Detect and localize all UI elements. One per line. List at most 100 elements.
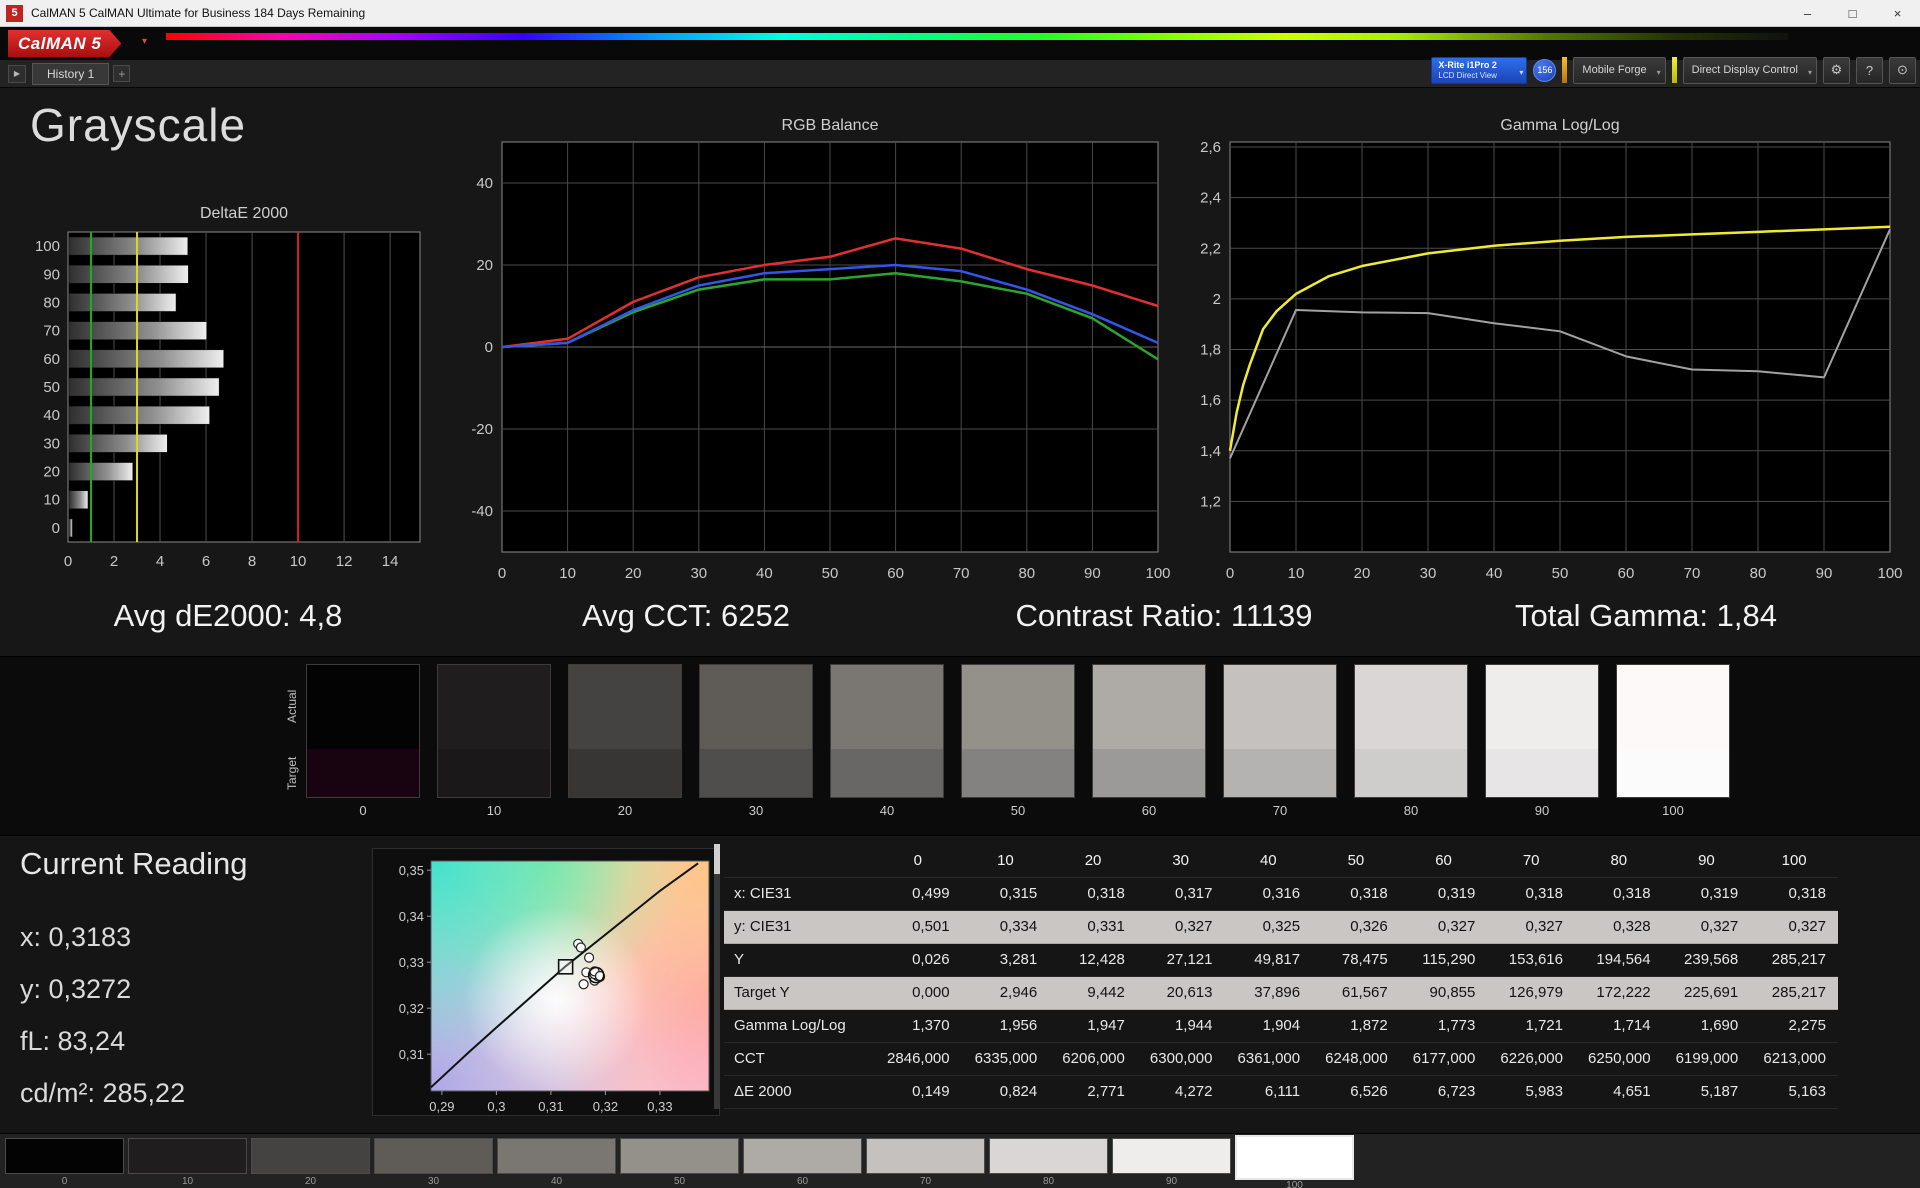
grayscale-swatch-80: 80 <box>1354 664 1468 818</box>
patch-level-40[interactable]: 40 <box>497 1138 616 1187</box>
minimize-button[interactable]: – <box>1785 0 1830 26</box>
scrollbar-thumb[interactable] <box>714 844 720 874</box>
table-cell: 1,370 <box>874 1009 962 1043</box>
grayscale-swatch-90: 90 <box>1485 664 1599 818</box>
avg-de2000-readout: Avg dE2000: 4,8 <box>113 598 343 633</box>
patch-sample[interactable] <box>128 1138 247 1174</box>
patch-sample[interactable] <box>866 1138 985 1174</box>
total-gamma-readout: Total Gamma: 1,84 <box>1515 598 1777 633</box>
rgb-balance-chart: RGB Balance 0 10 20 30 40 50 60 70 80 90 100 40 20 0 -2… <box>471 117 1170 582</box>
table-cell: 0,318 <box>1312 877 1400 911</box>
chevron-down-icon: ▾ <box>1656 67 1661 77</box>
grayscale-swatch-30: 30 <box>699 664 813 818</box>
patch-level-label: 30 <box>427 1176 440 1187</box>
power-button[interactable]: ⊙ <box>1889 56 1916 84</box>
patch-level-70[interactable]: 70 <box>866 1138 985 1187</box>
table-cell: 20,613 <box>1136 976 1225 1010</box>
table-cell: 0,026 <box>874 943 962 977</box>
tab-history-1[interactable]: History 1 <box>32 62 110 85</box>
display-control-button[interactable]: Direct Display Control ▾ <box>1682 56 1817 84</box>
calman-logo[interactable]: CalMAN 5 <box>8 30 121 57</box>
svg-text:0: 0 <box>64 553 72 570</box>
svg-text:30: 30 <box>43 435 60 452</box>
swatch-box <box>568 664 682 798</box>
page-title: Grayscale <box>30 99 247 151</box>
add-tab-button[interactable]: + <box>113 65 131 82</box>
table-cell: 5,187 <box>1662 1075 1751 1109</box>
patch-level-row: 0 10 20 30 40 50 60 70 80 90 100 <box>5 1135 1354 1188</box>
swatch-target-sample <box>1355 749 1467 797</box>
table-cell: 37,896 <box>1224 976 1313 1010</box>
patch-sample[interactable] <box>1112 1138 1231 1174</box>
patch-sample[interactable] <box>1235 1135 1354 1180</box>
swatch-level-label: 60 <box>1141 803 1157 818</box>
row-label: Y <box>724 943 874 977</box>
svg-text:4: 4 <box>156 553 164 570</box>
table-cell: 285,217 <box>1750 943 1838 977</box>
table-scrollbar[interactable] <box>714 844 720 1109</box>
table-cell: 1,714 <box>1575 1009 1663 1043</box>
patch-level-10[interactable]: 10 <box>128 1138 247 1187</box>
table-cell: 6206,000 <box>1049 1042 1137 1076</box>
patch-sample[interactable] <box>620 1138 739 1174</box>
patch-sample[interactable] <box>743 1138 862 1174</box>
table-cell: 0,499 <box>874 877 962 911</box>
settings-button[interactable]: ⚙ <box>1823 56 1850 84</box>
help-button[interactable]: ? <box>1856 56 1883 84</box>
svg-text:0: 0 <box>1226 565 1234 582</box>
patch-level-60[interactable]: 60 <box>743 1138 862 1187</box>
column-header: 40 <box>1224 844 1313 878</box>
svg-text:50: 50 <box>822 565 839 582</box>
table-cell: 126,979 <box>1487 976 1575 1010</box>
logo-menu-caret-icon[interactable]: ▾ <box>142 36 147 47</box>
swatch-actual-sample <box>831 665 943 749</box>
swatch-box <box>699 664 813 798</box>
svg-text:1,4: 1,4 <box>1200 443 1221 460</box>
grayscale-swatch-0: 0 <box>306 664 420 818</box>
table-cell: 6,111 <box>1224 1075 1313 1109</box>
patch-level-20[interactable]: 20 <box>251 1138 370 1187</box>
patch-level-50[interactable]: 50 <box>620 1138 739 1187</box>
column-header: 80 <box>1575 844 1663 878</box>
patch-level-30[interactable]: 30 <box>374 1138 493 1187</box>
close-button[interactable]: × <box>1875 0 1920 26</box>
gear-icon: ⚙ <box>1830 62 1843 77</box>
patch-sample[interactable] <box>5 1138 124 1174</box>
swatch-box <box>1354 664 1468 798</box>
table-cell: 6335,000 <box>961 1042 1050 1076</box>
svg-text:-40: -40 <box>471 503 493 520</box>
svg-text:20: 20 <box>476 257 493 274</box>
table-cell: 0,315 <box>961 877 1050 911</box>
row-label: x: CIE31 <box>724 877 874 911</box>
swatch-actual-sample <box>700 665 812 749</box>
patch-sample[interactable] <box>251 1138 370 1174</box>
rainbow-strip <box>166 33 1788 40</box>
table-cell: 0,316 <box>1224 877 1313 911</box>
swatch-box <box>437 664 551 798</box>
source-button[interactable]: Mobile Forge ▾ <box>1573 56 1666 84</box>
table-cell: 0,501 <box>874 910 962 944</box>
patch-sample[interactable] <box>989 1138 1108 1174</box>
patch-sample[interactable] <box>497 1138 616 1174</box>
table-cell: 90,855 <box>1399 976 1488 1010</box>
grayscale-swatch-20: 20 <box>568 664 682 818</box>
swatch-box <box>1092 664 1206 798</box>
swatch-level-label: 90 <box>1534 803 1550 818</box>
meter-button[interactable]: X-Rite i1Pro 2 LCD Direct View ▾ <box>1431 56 1528 84</box>
patch-level-100[interactable]: 100 <box>1235 1135 1354 1188</box>
patch-level-0[interactable]: 0 <box>5 1138 124 1187</box>
table-cell: 1,872 <box>1312 1009 1400 1043</box>
svg-text:6: 6 <box>202 553 210 570</box>
svg-text:0,34: 0,34 <box>399 909 424 924</box>
patch-sample[interactable] <box>374 1138 493 1174</box>
history-expand-icon[interactable]: ▶ <box>8 64 26 83</box>
table-cell: 0,327 <box>1750 910 1838 944</box>
swatch-target-sample <box>569 749 681 797</box>
svg-text:0,3: 0,3 <box>487 1099 505 1114</box>
patch-level-80[interactable]: 80 <box>989 1138 1108 1187</box>
patch-level-90[interactable]: 90 <box>1112 1138 1231 1187</box>
svg-text:0: 0 <box>485 339 493 356</box>
maximize-button[interactable]: □ <box>1830 0 1875 26</box>
swatch-target-sample <box>438 749 550 797</box>
svg-text:Gamma Log/Log: Gamma Log/Log <box>1500 117 1619 134</box>
